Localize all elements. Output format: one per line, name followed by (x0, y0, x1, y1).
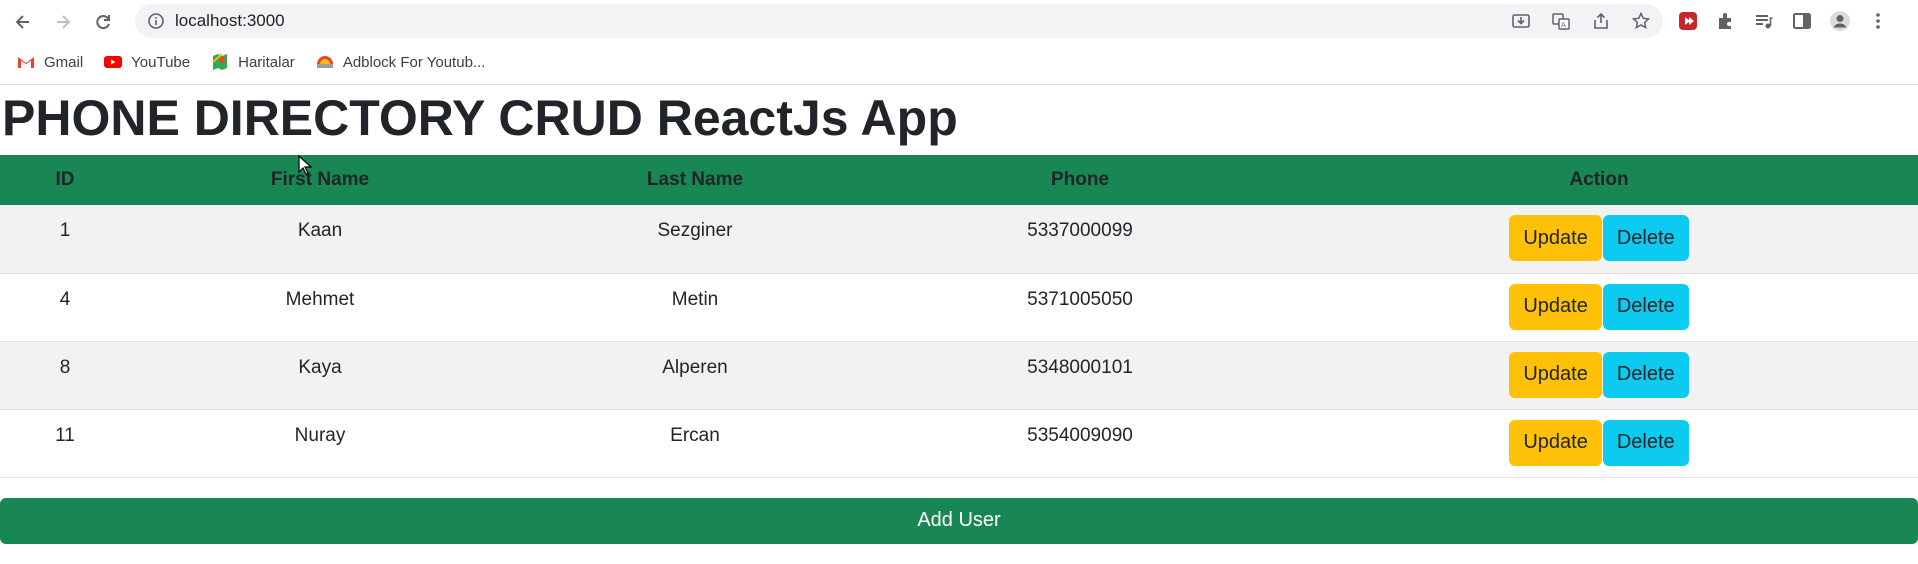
cell-action: Update Delete (1280, 205, 1918, 273)
bookmark-haritalar[interactable]: Haritalar (210, 52, 295, 72)
delete-button[interactable]: Delete (1602, 419, 1689, 466)
adblock-extension-icon[interactable] (1677, 10, 1699, 32)
cell-phone: 5371005050 (1027, 288, 1133, 310)
cell-id: 1 (59, 220, 71, 241)
cell-first-name: Kaan (297, 220, 343, 241)
phone-directory-table: ID First Name Last Name Phone Action 1 K… (0, 155, 1918, 478)
reload-icon (96, 14, 110, 29)
cell-last-name: Alperen (662, 356, 728, 378)
bookmark-label: Adblock For Youtub... (342, 53, 486, 71)
share-icon[interactable] (1591, 11, 1611, 31)
cell-phone: 5337000099 (1027, 220, 1133, 241)
back-button[interactable] (6, 5, 40, 39)
column-header-first-name: First Name (270, 169, 370, 190)
browser-toolbar: localhost:3000 A (0, 0, 1918, 43)
arrow-right-icon (57, 14, 71, 29)
bookmark-label: YouTube (131, 53, 191, 71)
column-header-phone: Phone (1050, 169, 1110, 190)
media-queue-icon[interactable] (1753, 10, 1775, 32)
table-row: 1 Kaan Sezginer 5337000099 Update Delete (0, 205, 1918, 273)
kebab-menu-icon[interactable] (1867, 10, 1889, 32)
bookmark-gmail[interactable]: Gmail (16, 52, 83, 72)
cell-action: Update Delete (1280, 273, 1918, 341)
cell-first-name: Mehmet (285, 288, 355, 310)
column-header-action: Action (1569, 169, 1629, 190)
add-user-container: Add User (0, 478, 1918, 544)
youtube-icon (104, 56, 123, 68)
browser-chrome: localhost:3000 A Gmail YouTube Haritalar… (0, 0, 1918, 85)
cell-first-name: Nuray (294, 424, 346, 446)
side-panel-icon[interactable] (1791, 10, 1813, 32)
bookmark-label: Gmail (44, 53, 84, 71)
table-header-row: ID First Name Last Name Phone Action (0, 155, 1918, 205)
add-user-button[interactable]: Add User (0, 497, 1918, 544)
cell-last-name: Metin (671, 288, 719, 310)
delete-button[interactable]: Delete (1602, 215, 1689, 261)
cell-first-name: Kaya (298, 356, 342, 378)
svg-text:A: A (1561, 21, 1566, 29)
update-button[interactable]: Update (1509, 215, 1602, 261)
table-row: 11 Nuray Ercan 5354009090 Update Delete (0, 409, 1918, 477)
cell-phone: 5348000101 (1027, 356, 1133, 378)
info-icon[interactable] (147, 12, 165, 30)
delete-button[interactable]: Delete (1602, 283, 1689, 330)
cell-action: Update Delete (1280, 409, 1918, 477)
translate-icon[interactable]: A (1551, 11, 1571, 31)
omnibox-actions: A (1511, 4, 1651, 38)
install-icon[interactable] (1511, 11, 1531, 31)
bookmark-youtube[interactable]: YouTube (103, 52, 190, 72)
gmail-icon (18, 57, 34, 68)
address-bar[interactable]: localhost:3000 A (135, 4, 1663, 38)
puzzle-icon[interactable] (1715, 10, 1737, 32)
reload-button[interactable] (86, 5, 120, 39)
delete-button[interactable]: Delete (1602, 351, 1689, 398)
cell-id: 11 (55, 424, 75, 446)
page-title: PHONE DIRECTORY CRUD ReactJs App (2, 90, 958, 146)
bookmark-star-icon[interactable] (1631, 11, 1651, 31)
cell-last-name: Ercan (670, 424, 720, 446)
adblock-icon (316, 56, 333, 68)
bookmark-label: Haritalar (238, 53, 295, 71)
url-text[interactable]: localhost:3000 (175, 11, 285, 31)
cell-id: 4 (59, 288, 71, 310)
mouse-cursor-icon (298, 155, 312, 175)
bookmark-adblock[interactable]: Adblock For Youtub... (315, 52, 486, 72)
extensions-area (1677, 4, 1889, 38)
update-button[interactable]: Update (1509, 419, 1602, 466)
column-header-id: ID (55, 169, 75, 190)
cell-action: Update Delete (1280, 341, 1918, 409)
cell-id: 8 (59, 356, 71, 378)
update-button[interactable]: Update (1509, 283, 1602, 330)
update-button[interactable]: Update (1509, 351, 1602, 398)
arrow-left-icon (15, 14, 29, 29)
forward-button[interactable] (46, 5, 80, 39)
table-row: 8 Kaya Alperen 5348000101 Update Delete (0, 341, 1918, 409)
page-content: PHONE DIRECTORY CRUD ReactJs App ID Firs… (0, 85, 1918, 544)
column-header-last-name: Last Name (646, 169, 744, 190)
bookmarks-bar: Gmail YouTube Haritalar Adblock For Yout… (16, 48, 485, 76)
profile-avatar-icon[interactable] (1829, 10, 1851, 32)
cell-phone: 5354009090 (1027, 424, 1133, 446)
maps-icon (212, 53, 228, 70)
table-row: 4 Mehmet Metin 5371005050 Update Delete (0, 273, 1918, 341)
cell-last-name: Sezginer (657, 220, 733, 241)
